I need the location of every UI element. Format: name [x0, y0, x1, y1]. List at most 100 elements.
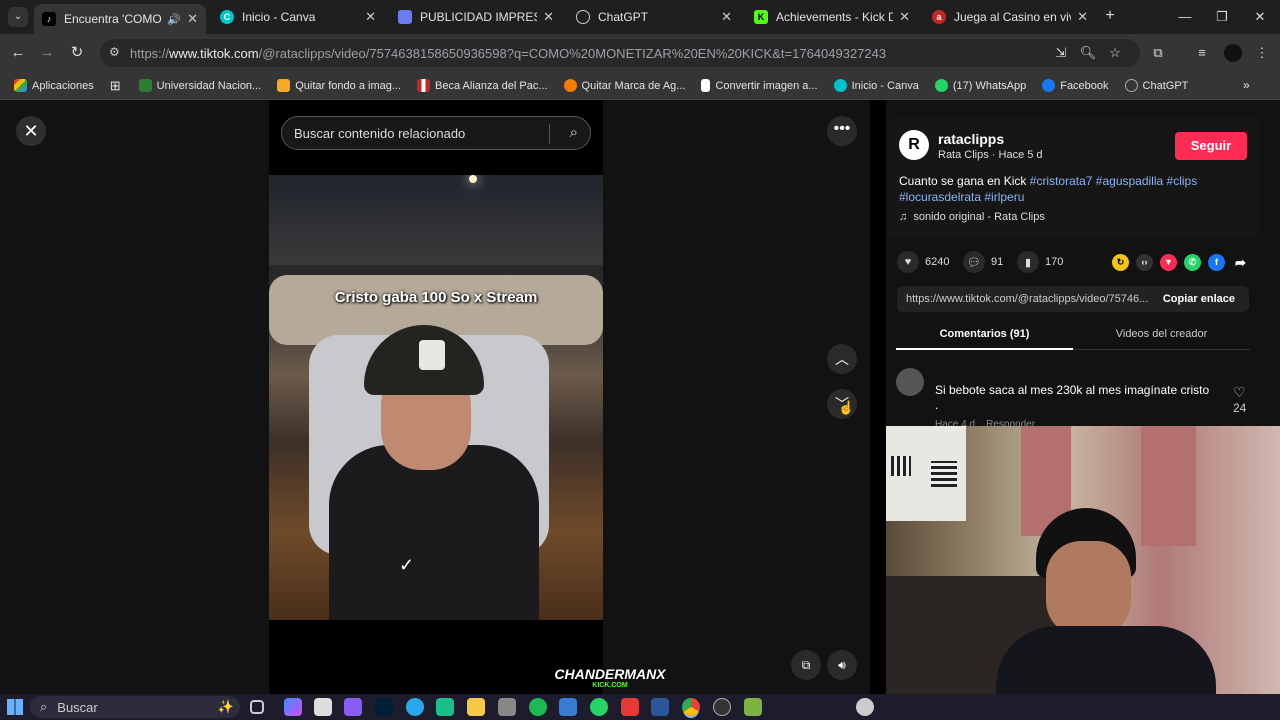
reload-icon[interactable]: ↻ — [66, 42, 88, 64]
volume-icon[interactable]: 🔊︎ — [827, 650, 857, 680]
like-stat[interactable]: ♥ 6240 — [897, 251, 949, 273]
bookmark-item[interactable]: Aplicaciones — [14, 79, 94, 92]
notifications-icon[interactable] — [856, 698, 874, 716]
windows-start-icon[interactable] — [7, 699, 23, 715]
comment-body: Si bebote saca al mes 230k al mes imagín… — [935, 383, 1210, 397]
bookmark-item[interactable]: Inicio - Canva — [833, 79, 919, 92]
removebg-icon — [277, 79, 291, 92]
mouse-cursor: ☝ — [838, 400, 855, 415]
app-icon[interactable] — [559, 698, 577, 716]
author-avatar[interactable]: R — [899, 130, 929, 160]
profile-avatar[interactable] — [1224, 44, 1242, 62]
forward-icon[interactable]: → — [36, 42, 58, 64]
more-bookmarks-icon[interactable]: » — [1243, 78, 1250, 92]
tab-casino[interactable]: a Juega al Casino en vivo Or ✕ — [924, 4, 1096, 30]
video-description: Cuanto se gana en Kick #cristorata7 #agu… — [899, 173, 1249, 205]
taskbar-search[interactable]: ⌕ Buscar ✨ — [30, 696, 240, 718]
app-icon[interactable] — [436, 698, 454, 716]
sound-row[interactable]: ♫ sonido original - Rata Clips — [899, 211, 1045, 223]
obs-icon[interactable] — [713, 698, 731, 716]
follow-button[interactable]: Seguir — [1175, 132, 1247, 160]
tab-canva[interactable]: C Inicio - Canva ✕ — [212, 4, 384, 30]
close-icon[interactable]: ✕ — [365, 9, 376, 25]
bookmark-label: Quitar fondo a imag... — [295, 79, 402, 92]
author-username[interactable]: rataclipps — [938, 131, 1004, 147]
hashtags-line2[interactable]: #locurasdelrata #irlperu — [899, 190, 1024, 204]
copilot-icon[interactable] — [284, 698, 302, 716]
menu-icon[interactable]: ⋮ — [1252, 43, 1272, 63]
bookmark-item[interactable]: Facebook — [1042, 79, 1109, 92]
related-search-input[interactable]: Buscar contenido relacionado ⌕ — [281, 116, 591, 150]
close-window-button[interactable]: ✕ — [1245, 6, 1275, 28]
previous-video-button[interactable]: ︿ — [827, 344, 857, 374]
share-arrow-icon[interactable]: ➦ — [1232, 254, 1249, 271]
copy-link-button[interactable]: Copiar enlace — [1163, 293, 1235, 305]
search-icon[interactable]: ⌕ — [570, 124, 578, 141]
site-info-icon[interactable]: ⚙ — [109, 45, 120, 59]
app-icon[interactable] — [314, 698, 332, 716]
comment-stat[interactable]: 💬︎ 91 — [963, 251, 1003, 273]
comment-like-icon[interactable]: ♡ — [1233, 384, 1246, 401]
tab-kick[interactable]: K Achievements - Kick Dashb ✕ — [746, 4, 918, 30]
bookmark-item[interactable]: Quitar fondo a imag... — [277, 79, 401, 92]
video-link-box: https://www.tiktok.com/@rataclipps/video… — [897, 286, 1249, 312]
address-bar[interactable]: ⚙ https://www.tiktok.com/@rataclipps/vid… — [100, 39, 1140, 67]
tab-publicidad[interactable]: PUBLICIDAD IMPRESIÓN - ✕ — [390, 4, 562, 30]
whatsapp-icon[interactable] — [590, 698, 608, 716]
video-link[interactable]: https://www.tiktok.com/@rataclipps/video… — [906, 293, 1148, 305]
close-player-button[interactable]: ✕ — [16, 116, 46, 146]
bookmark-item[interactable]: ChatGPT — [1124, 79, 1188, 92]
streamer-watermark: CHANDERMANX KICK.COM — [548, 666, 672, 689]
bookmark-item[interactable]: (17) WhatsApp — [934, 79, 1026, 92]
close-icon[interactable]: ✕ — [187, 11, 198, 27]
minimize-button[interactable]: — — [1170, 6, 1200, 28]
speaker-icon[interactable]: 🔊 — [167, 13, 181, 26]
hashtags-line1[interactable]: #cristorata7 #aguspadilla #clips — [1030, 174, 1197, 188]
bookmark-item[interactable]: ⊞ Universidad Nacion... — [110, 78, 261, 94]
app-icon[interactable] — [744, 698, 762, 716]
zoom-icon[interactable]: 🔍︎ — [1078, 43, 1098, 63]
file-explorer-icon[interactable] — [467, 698, 485, 716]
bookmark-item[interactable]: Quitar Marca de Ag... — [563, 79, 685, 92]
maximize-button[interactable]: ❐ — [1207, 6, 1237, 28]
tab-search-button[interactable]: ⌄ — [8, 7, 28, 27]
app-icon[interactable] — [498, 698, 516, 716]
pip-button[interactable]: ⧉ — [791, 650, 821, 680]
watermark-sub: KICK.COM — [592, 682, 628, 689]
spotify-icon[interactable] — [529, 698, 547, 716]
task-view-icon[interactable] — [250, 700, 264, 714]
back-icon[interactable]: ← — [7, 42, 29, 64]
url-path: /@rataclipps/video/7574638158650936598?q… — [258, 45, 887, 61]
app-icon[interactable] — [621, 698, 639, 716]
chrome-icon[interactable] — [682, 698, 700, 716]
tab-comments[interactable]: Comentarios (91) — [896, 322, 1073, 350]
close-icon[interactable]: ✕ — [1077, 9, 1088, 25]
whatsapp-icon[interactable]: ✆ — [1184, 254, 1201, 271]
bookmark-item[interactable]: Convertir imagen a... — [701, 79, 818, 92]
photoshop-icon[interactable] — [375, 698, 393, 716]
video-player[interactable]: ✓ Cristo gaba 100 So x Stream — [269, 175, 603, 620]
close-icon[interactable]: ✕ — [721, 9, 732, 25]
bookmark-star-icon[interactable]: ☆ — [1105, 43, 1125, 63]
telegram-icon[interactable] — [406, 698, 424, 716]
repost-icon[interactable]: ↻ — [1112, 254, 1129, 271]
app-icon[interactable] — [344, 698, 362, 716]
media-icon[interactable]: ≡ — [1192, 43, 1212, 63]
bookmark-item[interactable]: Beca Alianza del Pac... — [417, 79, 548, 92]
install-app-icon[interactable]: ⇲ — [1051, 43, 1071, 63]
send-icon[interactable]: ▼ — [1160, 254, 1177, 271]
likes-count: 6240 — [925, 256, 950, 268]
tab-tiktok[interactable]: ♪ Encuentra 'COMO MO 🔊 ✕ — [34, 4, 206, 34]
commenter-avatar[interactable] — [896, 368, 924, 396]
new-tab-button[interactable]: + — [1100, 6, 1120, 26]
tab-chatgpt[interactable]: ChatGPT ✕ — [568, 4, 740, 30]
embed-icon[interactable]: ‹› — [1136, 254, 1153, 271]
save-stat[interactable]: ▮ 170 — [1017, 251, 1063, 273]
word-icon[interactable] — [651, 698, 669, 716]
tab-creator-videos[interactable]: Videos del creador — [1073, 322, 1250, 350]
more-options-button[interactable]: ••• — [827, 116, 857, 146]
facebook-icon[interactable]: f — [1208, 254, 1225, 271]
close-icon[interactable]: ✕ — [543, 9, 554, 25]
extensions-icon[interactable]: ⧉ — [1148, 43, 1168, 63]
close-icon[interactable]: ✕ — [899, 9, 910, 25]
